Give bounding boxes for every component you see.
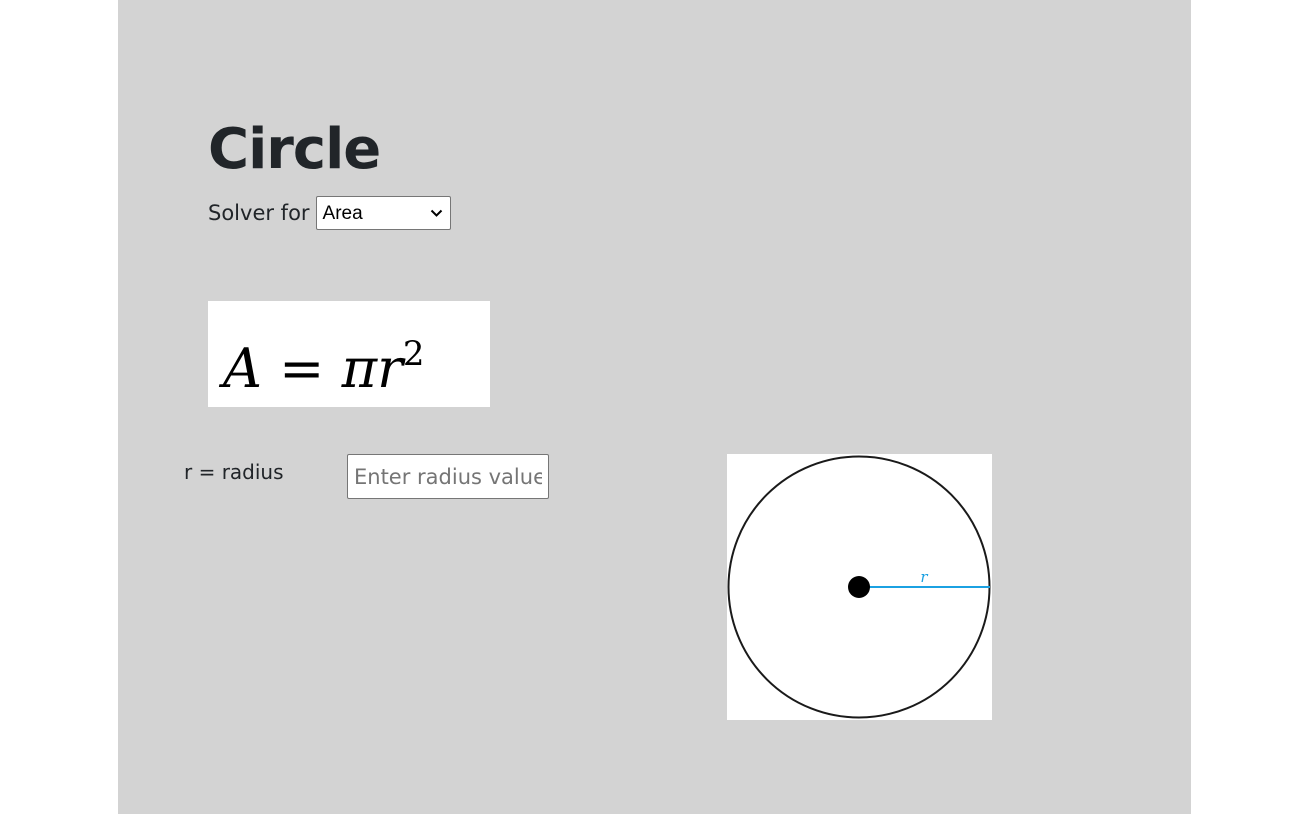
content-panel: Circle Solver for Area A = πr2 r = radiu… [118,0,1191,814]
radius-input[interactable] [347,454,549,499]
radius-label: r = radius [184,460,284,484]
circle-diagram-svg: r [727,455,991,719]
solver-select-value: Area [322,203,363,224]
formula-operator: = [279,337,325,400]
page-title: Circle [208,117,381,182]
formula-lhs: A [223,337,262,400]
formula-rhs-base: πr [341,337,403,400]
circle-diagram: r [727,454,992,720]
solver-row: Solver for Area [208,195,451,231]
radius-symbol: r [920,568,928,586]
solver-select[interactable]: Area [315,196,451,230]
formula-box: A = πr2 [208,301,490,407]
formula-exponent: 2 [402,334,425,374]
area-formula: A = πr2 [223,319,425,404]
chevron-down-icon [430,209,442,217]
center-dot [848,576,870,598]
solver-label: Solver for [208,201,310,225]
